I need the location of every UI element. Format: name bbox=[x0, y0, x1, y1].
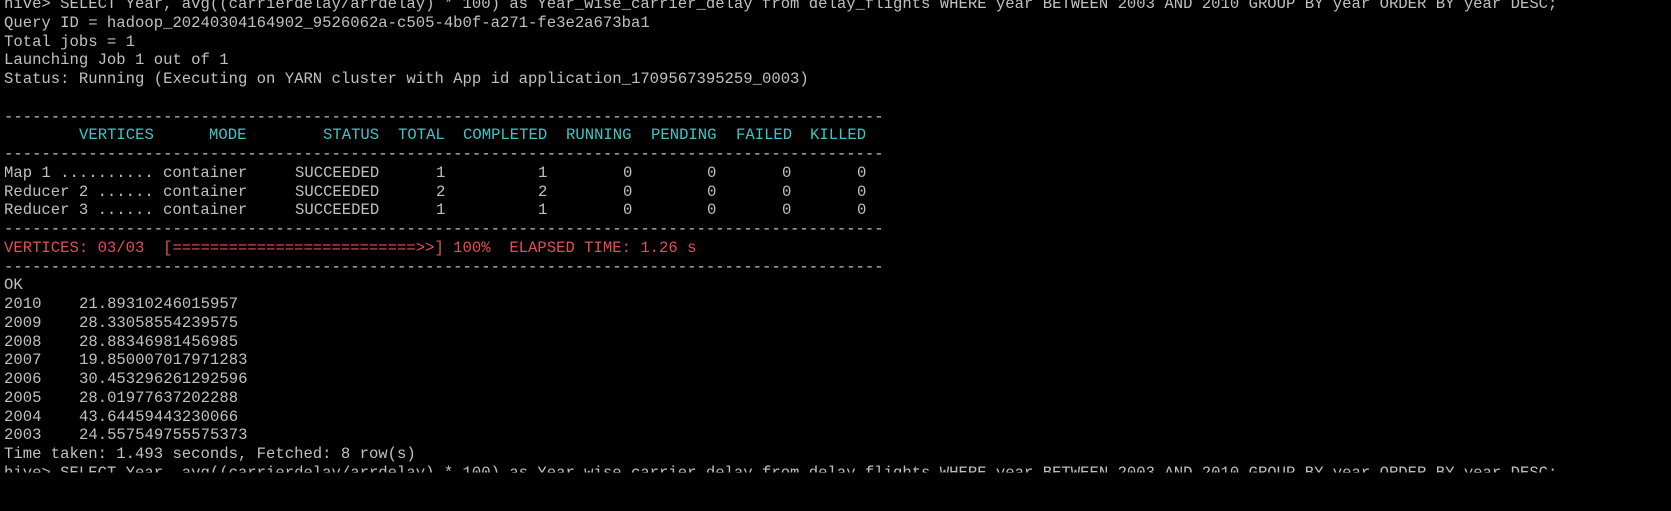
result-row: 2009 28.33058554239575 bbox=[0, 314, 1671, 333]
result-row: 2006 30.453296261292596 bbox=[0, 370, 1671, 389]
terminal-window[interactable]: hive> SELECT Year, avg((carrierdelay/arr… bbox=[0, 0, 1671, 511]
result-value: 24.557549755575373 bbox=[79, 426, 248, 445]
table-header: VERTICES MODE STATUS TOTAL COMPLETED RUN… bbox=[0, 126, 1671, 145]
header-running: RUNNING bbox=[566, 126, 632, 145]
cell-failed: 0 bbox=[782, 182, 792, 201]
divider: ----------------------------------------… bbox=[4, 257, 884, 276]
cell-vertex: Reducer 3 ...... bbox=[4, 201, 154, 220]
result-value: 43.64459443230066 bbox=[79, 407, 239, 426]
cell-pending: 0 bbox=[707, 201, 717, 220]
result-year: 2010 bbox=[4, 295, 42, 313]
cell-killed: 0 bbox=[857, 182, 867, 201]
result-value: 21.89310246015957 bbox=[79, 295, 239, 313]
ok-status: OK bbox=[4, 276, 23, 295]
cell-killed: 0 bbox=[857, 163, 867, 182]
header-pending: PENDING bbox=[651, 126, 717, 145]
cell-total: 1 bbox=[436, 201, 446, 220]
result-year: 2005 bbox=[4, 388, 42, 407]
cell-status: SUCCEEDED bbox=[295, 201, 380, 220]
cell-mode: container bbox=[163, 201, 248, 220]
header-total: TOTAL bbox=[398, 126, 445, 145]
time-taken: Time taken: 1.493 seconds, Fetched: 8 ro… bbox=[4, 445, 416, 463]
total-jobs: Total jobs = 1 bbox=[4, 32, 136, 51]
header-failed: FAILED bbox=[736, 126, 793, 145]
cell-status: SUCCEEDED bbox=[295, 182, 380, 201]
cell-running: 0 bbox=[623, 182, 633, 201]
cell-failed: 0 bbox=[782, 201, 792, 220]
result-year: 2009 bbox=[4, 313, 42, 332]
status-running: Status: Running (Executing on YARN clust… bbox=[4, 70, 809, 88]
result-value: 28.88346981456985 bbox=[79, 332, 239, 351]
header-status: STATUS bbox=[323, 126, 380, 145]
divider: ----------------------------------------… bbox=[4, 107, 884, 126]
cell-completed: 1 bbox=[538, 163, 548, 182]
next-prompt[interactable]: hive> SELECT Year, avg((carrierdelay/arr… bbox=[0, 464, 1671, 473]
divider: ----------------------------------------… bbox=[4, 220, 884, 238]
result-value: 28.33058554239575 bbox=[79, 313, 239, 332]
progress-summary: VERTICES: 03/03 [=======================… bbox=[4, 238, 697, 257]
result-row: 2010 21.89310246015957 bbox=[0, 295, 1671, 314]
result-year: 2007 bbox=[4, 351, 42, 370]
result-row: 2005 28.01977637202288 bbox=[0, 389, 1671, 408]
cell-completed: 2 bbox=[538, 182, 548, 201]
launching-job: Launching Job 1 out of 1 bbox=[4, 51, 229, 70]
header-killed: KILLED bbox=[810, 126, 867, 145]
cell-completed: 1 bbox=[538, 201, 548, 220]
cell-failed: 0 bbox=[782, 163, 792, 182]
cell-pending: 0 bbox=[707, 182, 717, 201]
cell-killed: 0 bbox=[857, 201, 867, 220]
header-mode: MODE bbox=[209, 126, 247, 145]
cell-vertex: Map 1 .......... bbox=[4, 163, 154, 182]
cell-status: SUCCEEDED bbox=[295, 163, 380, 182]
cell-total: 1 bbox=[436, 163, 446, 182]
cell-running: 0 bbox=[623, 163, 633, 182]
cell-mode: container bbox=[163, 182, 248, 201]
cell-vertex: Reducer 2 ...... bbox=[4, 182, 154, 201]
divider: ----------------------------------------… bbox=[4, 145, 884, 163]
query-id: Query ID = hadoop_20240304164902_9526062… bbox=[4, 13, 650, 32]
result-value: 19.850007017971283 bbox=[79, 351, 248, 370]
table-row: Reducer 2 ...... container SUCCEEDED 2 2… bbox=[0, 183, 1671, 202]
result-row: 2007 19.850007017971283 bbox=[0, 351, 1671, 370]
cell-running: 0 bbox=[623, 201, 633, 220]
table-row: Map 1 .......... container SUCCEEDED 1 1… bbox=[0, 164, 1671, 183]
result-year: 2006 bbox=[4, 370, 42, 388]
result-value: 28.01977637202288 bbox=[79, 388, 239, 407]
result-value: 30.453296261292596 bbox=[79, 370, 248, 388]
header-vertices: VERTICES bbox=[79, 126, 154, 145]
result-year: 2004 bbox=[4, 407, 42, 426]
header-completed: COMPLETED bbox=[463, 126, 548, 145]
cell-mode: container bbox=[163, 163, 248, 182]
table-row: Reducer 3 ...... container SUCCEEDED 1 1… bbox=[0, 201, 1671, 220]
result-row: 2003 24.557549755575373 bbox=[0, 426, 1671, 445]
result-row: 2008 28.88346981456985 bbox=[0, 333, 1671, 352]
result-row: 2004 43.64459443230066 bbox=[0, 408, 1671, 427]
result-year: 2003 bbox=[4, 426, 42, 445]
query-command: hive> SELECT Year, avg((carrierdelay/arr… bbox=[4, 0, 1558, 13]
cell-pending: 0 bbox=[707, 163, 717, 182]
cell-total: 2 bbox=[436, 182, 446, 201]
result-year: 2008 bbox=[4, 332, 42, 351]
